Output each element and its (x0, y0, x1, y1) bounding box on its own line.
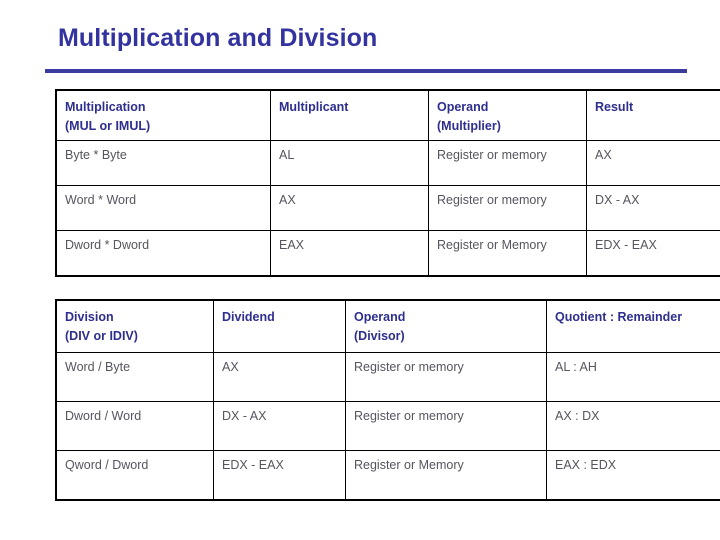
table-row: Dword / Word DX - AX Register or memory … (56, 401, 720, 451)
header-line-1: Operand (437, 100, 489, 114)
cell-dividend: AX (213, 352, 346, 402)
header-line-2: (Multiplier) (437, 119, 501, 133)
table-row: Word / Byte AX Register or memory AL : A… (56, 352, 720, 402)
cell-operand: Register or Memory (345, 450, 547, 500)
header-line-1: Division (65, 310, 114, 324)
cell-operation: Dword / Word (56, 401, 214, 451)
division-table: Division (DIV or IDIV) Dividend Operand … (55, 299, 720, 501)
cell-quotient-remainder: EAX : EDX (546, 450, 720, 500)
page-title: Multiplication and Division (58, 24, 378, 52)
cell-quotient-remainder: AX : DX (546, 401, 720, 451)
cell-dividend: EDX - EAX (213, 450, 346, 500)
cell-operand: Register or Memory (428, 230, 587, 276)
cell-result: DX - AX (586, 185, 720, 231)
header-line-2: (DIV or IDIV) (65, 329, 138, 343)
header-line-1: Dividend (222, 310, 275, 324)
header-line-2: (Divisor) (354, 329, 405, 343)
table-header-row: Multiplication (MUL or IMUL) Multiplican… (56, 90, 720, 141)
cell-result: EDX - EAX (586, 230, 720, 276)
table-row: Word * Word AX Register or memory DX - A… (56, 185, 720, 231)
cell-operation: Word / Byte (56, 352, 214, 402)
header-cell-quotient-remainder: Quotient : Remainder (546, 300, 720, 353)
cell-quotient-remainder: AL : AH (546, 352, 720, 402)
cell-multiplicant: AL (270, 140, 429, 186)
table-row: Dword * Dword EAX Register or Memory EDX… (56, 230, 720, 276)
header-cell-result: Result (586, 90, 720, 141)
cell-multiplicant: EAX (270, 230, 429, 276)
header-cell-multiplicant: Multiplicant (270, 90, 429, 141)
header-line-1: Operand (354, 310, 406, 324)
header-cell-operand: Operand (Multiplier) (428, 90, 587, 141)
table-header-row: Division (DIV or IDIV) Dividend Operand … (56, 300, 720, 353)
table-row: Qword / Dword EDX - EAX Register or Memo… (56, 450, 720, 500)
cell-dividend: DX - AX (213, 401, 346, 451)
header-line-2: (MUL or IMUL) (65, 119, 151, 133)
cell-operation: Word * Word (56, 185, 271, 231)
multiplication-table: Multiplication (MUL or IMUL) Multiplican… (55, 89, 720, 277)
cell-operation: Qword / Dword (56, 450, 214, 500)
title-divider-rule (45, 69, 687, 73)
header-cell-multiplication: Multiplication (MUL or IMUL) (56, 90, 271, 141)
cell-operand: Register or memory (345, 352, 547, 402)
cell-operand: Register or memory (345, 401, 547, 451)
header-line-1: Result (595, 100, 634, 114)
cell-operand: Register or memory (428, 140, 587, 186)
cell-operation: Dword * Dword (56, 230, 271, 276)
header-line-1: Multiplication (65, 100, 146, 114)
header-line-1: Multiplicant (279, 100, 349, 114)
header-cell-operand: Operand (Divisor) (345, 300, 547, 353)
header-cell-dividend: Dividend (213, 300, 346, 353)
cell-operand: Register or memory (428, 185, 587, 231)
table-row: Byte * Byte AL Register or memory AX (56, 140, 720, 186)
cell-result: AX (586, 140, 720, 186)
header-line-1: Quotient : Remainder (555, 310, 683, 324)
cell-multiplicant: AX (270, 185, 429, 231)
cell-operation: Byte * Byte (56, 140, 271, 186)
header-cell-division: Division (DIV or IDIV) (56, 300, 214, 353)
